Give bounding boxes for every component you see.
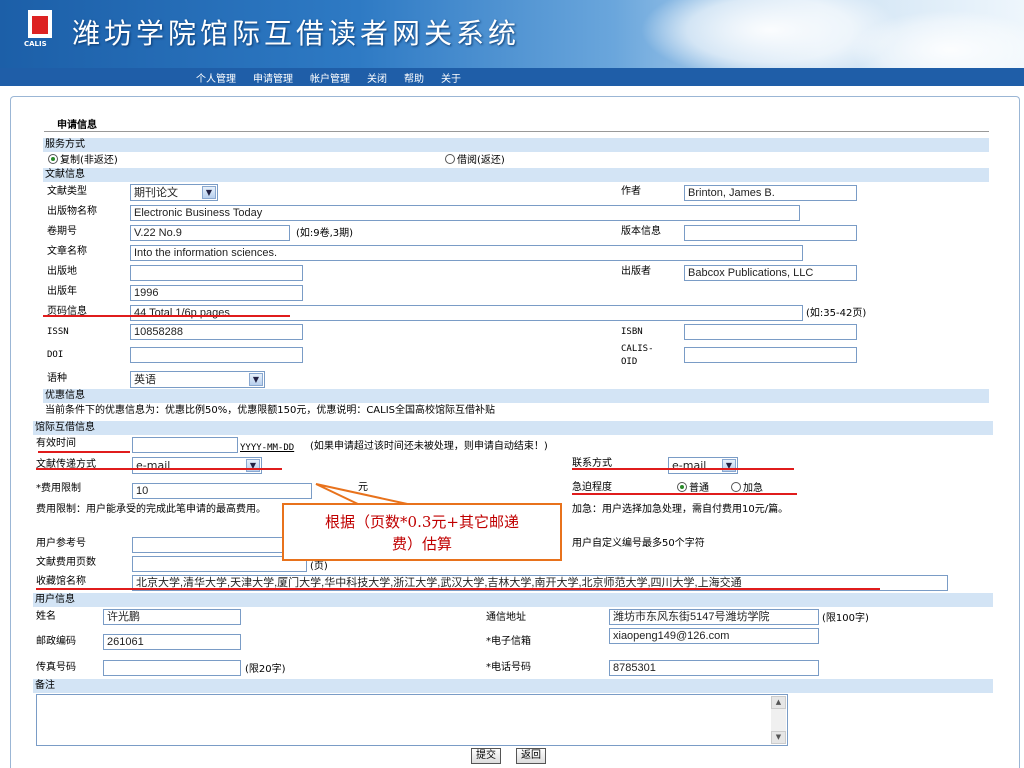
fax-hint: (限20字) — [245, 664, 286, 675]
zip-label: 邮政编码 — [36, 636, 76, 647]
phone-label: *电话号码 — [486, 662, 531, 673]
scrollbar[interactable]: ▲ ▼ — [771, 696, 786, 744]
callout-line-2: 费）估算 — [391, 535, 452, 553]
remarks-textarea[interactable]: ▲ ▼ — [36, 694, 788, 746]
zip-input[interactable]: 261061 — [103, 634, 241, 650]
phone-input[interactable]: 8785301 — [609, 660, 819, 676]
submit-button[interactable]: 提交 — [471, 748, 501, 764]
back-button[interactable]: 返回 — [516, 748, 546, 764]
scroll-up-icon[interactable]: ▲ — [771, 696, 786, 709]
address-hint: (限100字) — [822, 613, 869, 624]
callout-pointer — [315, 483, 413, 506]
name-label: 姓名 — [36, 611, 56, 622]
email-input[interactable]: xiaopeng149@126.com — [609, 628, 819, 644]
email-label: *电子信箱 — [486, 636, 531, 647]
user-bar: 用户信息 — [33, 593, 993, 607]
address-input[interactable]: 潍坊市东风东街5147号潍坊学院 — [609, 609, 819, 625]
fax-label: 传真号码 — [36, 662, 76, 673]
scroll-down-icon[interactable]: ▼ — [771, 731, 786, 744]
fax-input[interactable] — [103, 660, 241, 676]
remarks-bar: 备注 — [33, 679, 993, 693]
annotation-callout: 根据（页数*0.3元+其它邮递 费）估算 — [282, 503, 562, 561]
address-label: 通信地址 — [486, 612, 526, 623]
name-input[interactable]: 许光鹏 — [103, 609, 241, 625]
callout-line-1: 根据（页数*0.3元+其它邮递 — [325, 513, 519, 531]
